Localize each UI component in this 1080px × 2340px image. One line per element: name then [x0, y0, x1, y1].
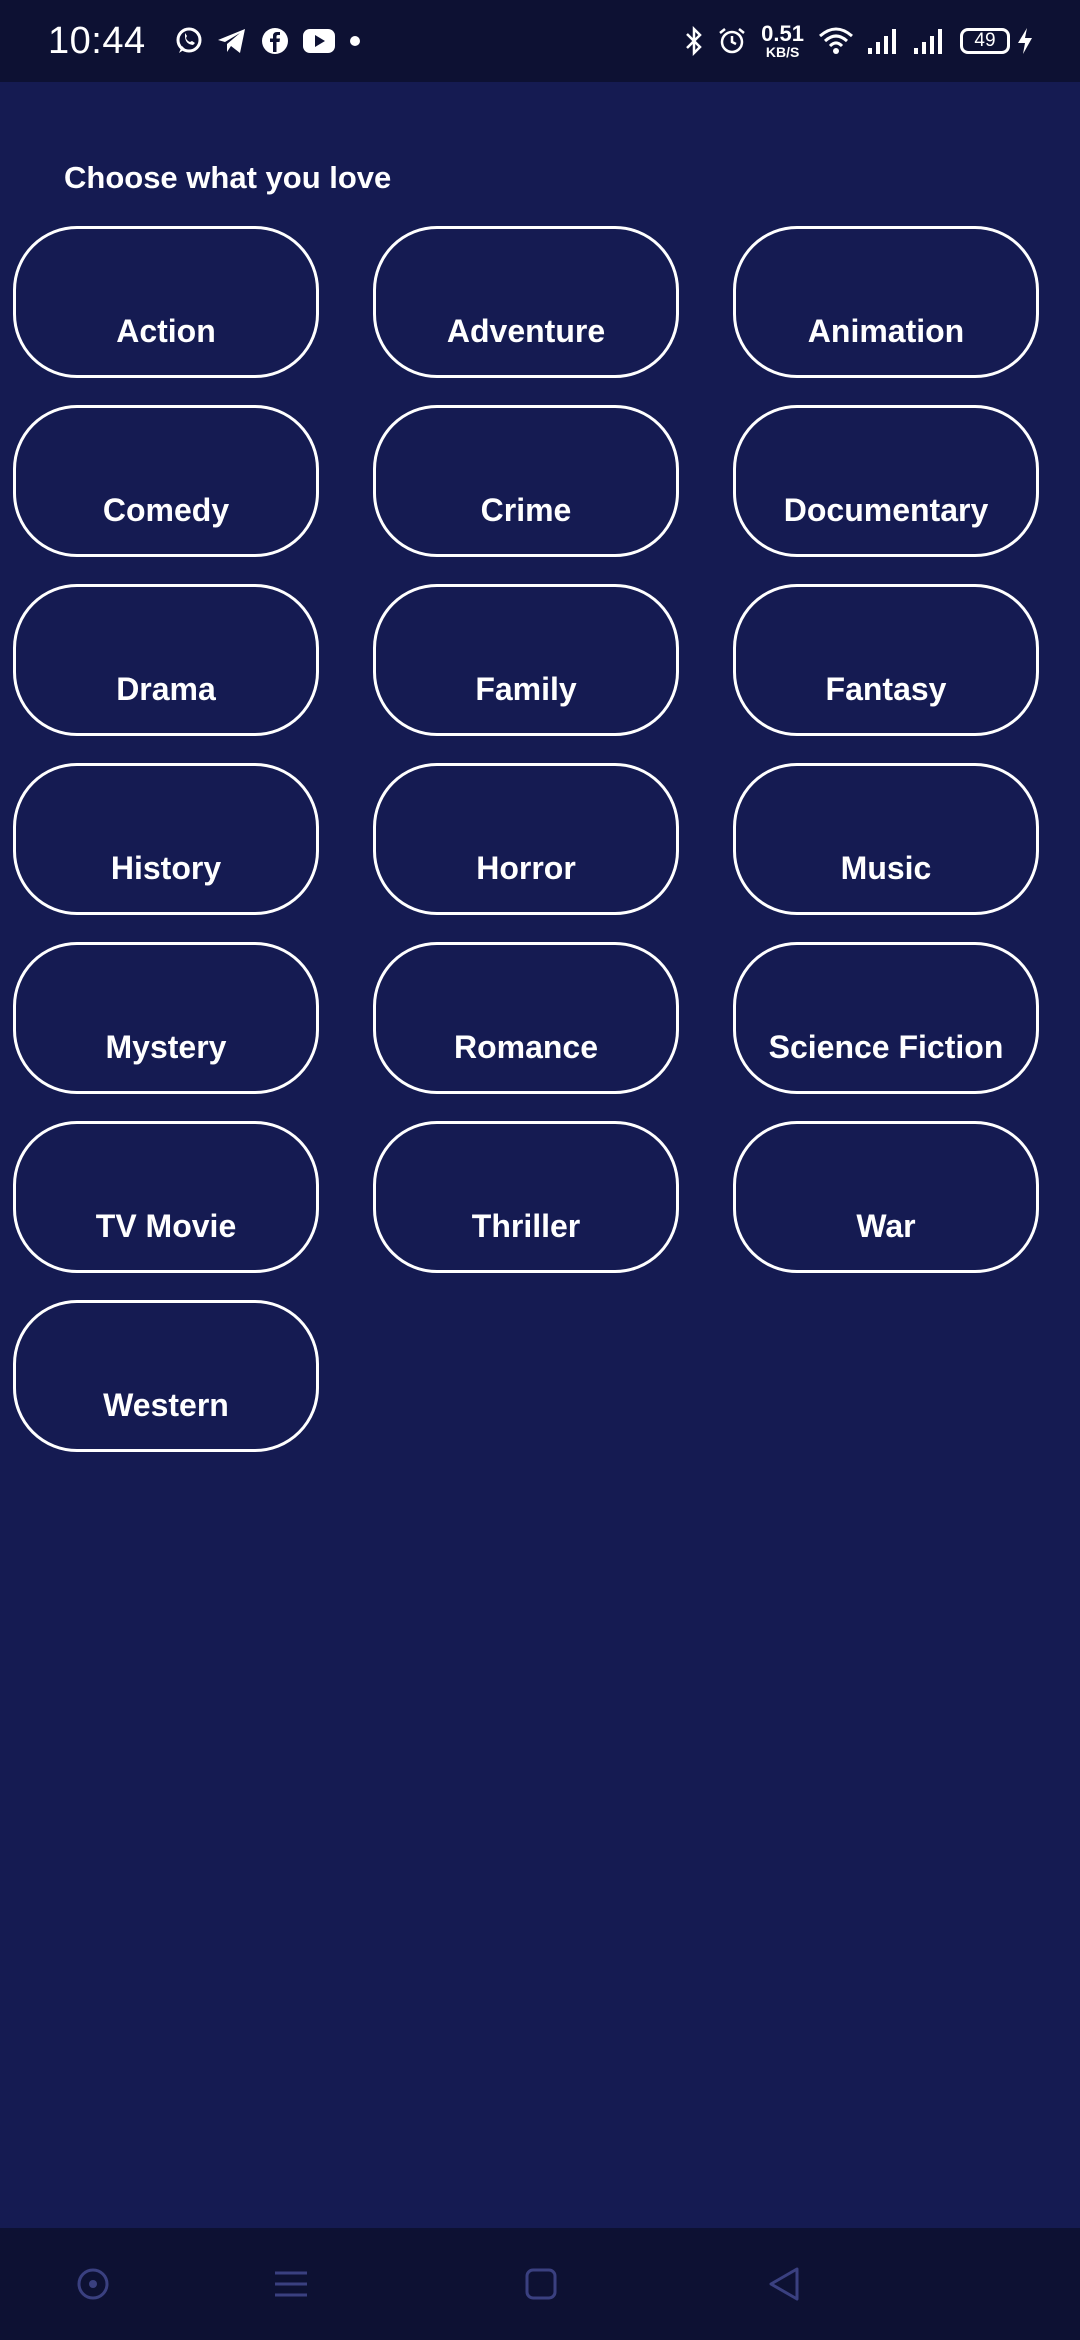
alarm-icon [717, 26, 747, 56]
genre-chip-drama[interactable]: Drama [13, 584, 319, 736]
genre-grid: Action Adventure Animation Comedy Crime … [13, 226, 1043, 1452]
signal-icon [912, 26, 946, 56]
battery-level: 49 [974, 30, 996, 51]
signal-icon [866, 26, 900, 56]
network-speed: 0.51 KB/S [761, 21, 804, 60]
status-bar-left: 10:44 [48, 20, 368, 63]
network-speed-value: 0.51 [761, 21, 804, 46]
genre-chip-adventure[interactable]: Adventure [373, 226, 679, 378]
back-icon[interactable] [757, 2256, 813, 2312]
genre-chip-history[interactable]: History [13, 763, 319, 915]
facebook-icon [260, 26, 290, 56]
clock: 10:44 [48, 19, 146, 62]
dot-icon [348, 34, 362, 48]
genre-chip-action[interactable]: Action [13, 226, 319, 378]
genre-chip-mystery[interactable]: Mystery [13, 942, 319, 1094]
genre-chip-comedy[interactable]: Comedy [13, 405, 319, 557]
charging-icon [1016, 26, 1034, 56]
bluetooth-icon [683, 26, 705, 56]
genre-chip-crime[interactable]: Crime [373, 405, 679, 557]
genre-chip-thriller[interactable]: Thriller [373, 1121, 679, 1273]
page-title: Choose what you love [64, 160, 392, 195]
genre-chip-war[interactable]: War [733, 1121, 1039, 1273]
assistant-icon[interactable] [65, 2256, 121, 2312]
network-speed-unit: KB/S [765, 44, 800, 60]
genre-chip-tv-movie[interactable]: TV Movie [13, 1121, 319, 1273]
genre-chip-family[interactable]: Family [373, 584, 679, 736]
genre-chip-music[interactable]: Music [733, 763, 1039, 915]
wifi-icon [818, 26, 854, 56]
genre-chip-documentary[interactable]: Documentary [733, 405, 1039, 557]
genre-chip-fantasy[interactable]: Fantasy [733, 584, 1039, 736]
genre-chip-romance[interactable]: Romance [373, 942, 679, 1094]
battery-icon: 49 [960, 28, 1010, 54]
genre-chip-horror[interactable]: Horror [373, 763, 679, 915]
system-nav-bar [0, 2228, 1080, 2340]
status-bar: 10:44 0.51 KB/S 49 [0, 0, 1080, 82]
status-bar-right: 0.51 KB/S 49 [677, 23, 1040, 59]
menu-icon[interactable] [263, 2256, 319, 2312]
telegram-icon [216, 27, 248, 55]
genre-chip-animation[interactable]: Animation [733, 226, 1039, 378]
genre-chip-science-fiction[interactable]: Science Fiction [733, 942, 1039, 1094]
home-icon[interactable] [513, 2256, 569, 2312]
whatsapp-icon [174, 26, 204, 56]
genre-chip-western[interactable]: Western [13, 1300, 319, 1452]
youtube-icon [302, 28, 336, 54]
